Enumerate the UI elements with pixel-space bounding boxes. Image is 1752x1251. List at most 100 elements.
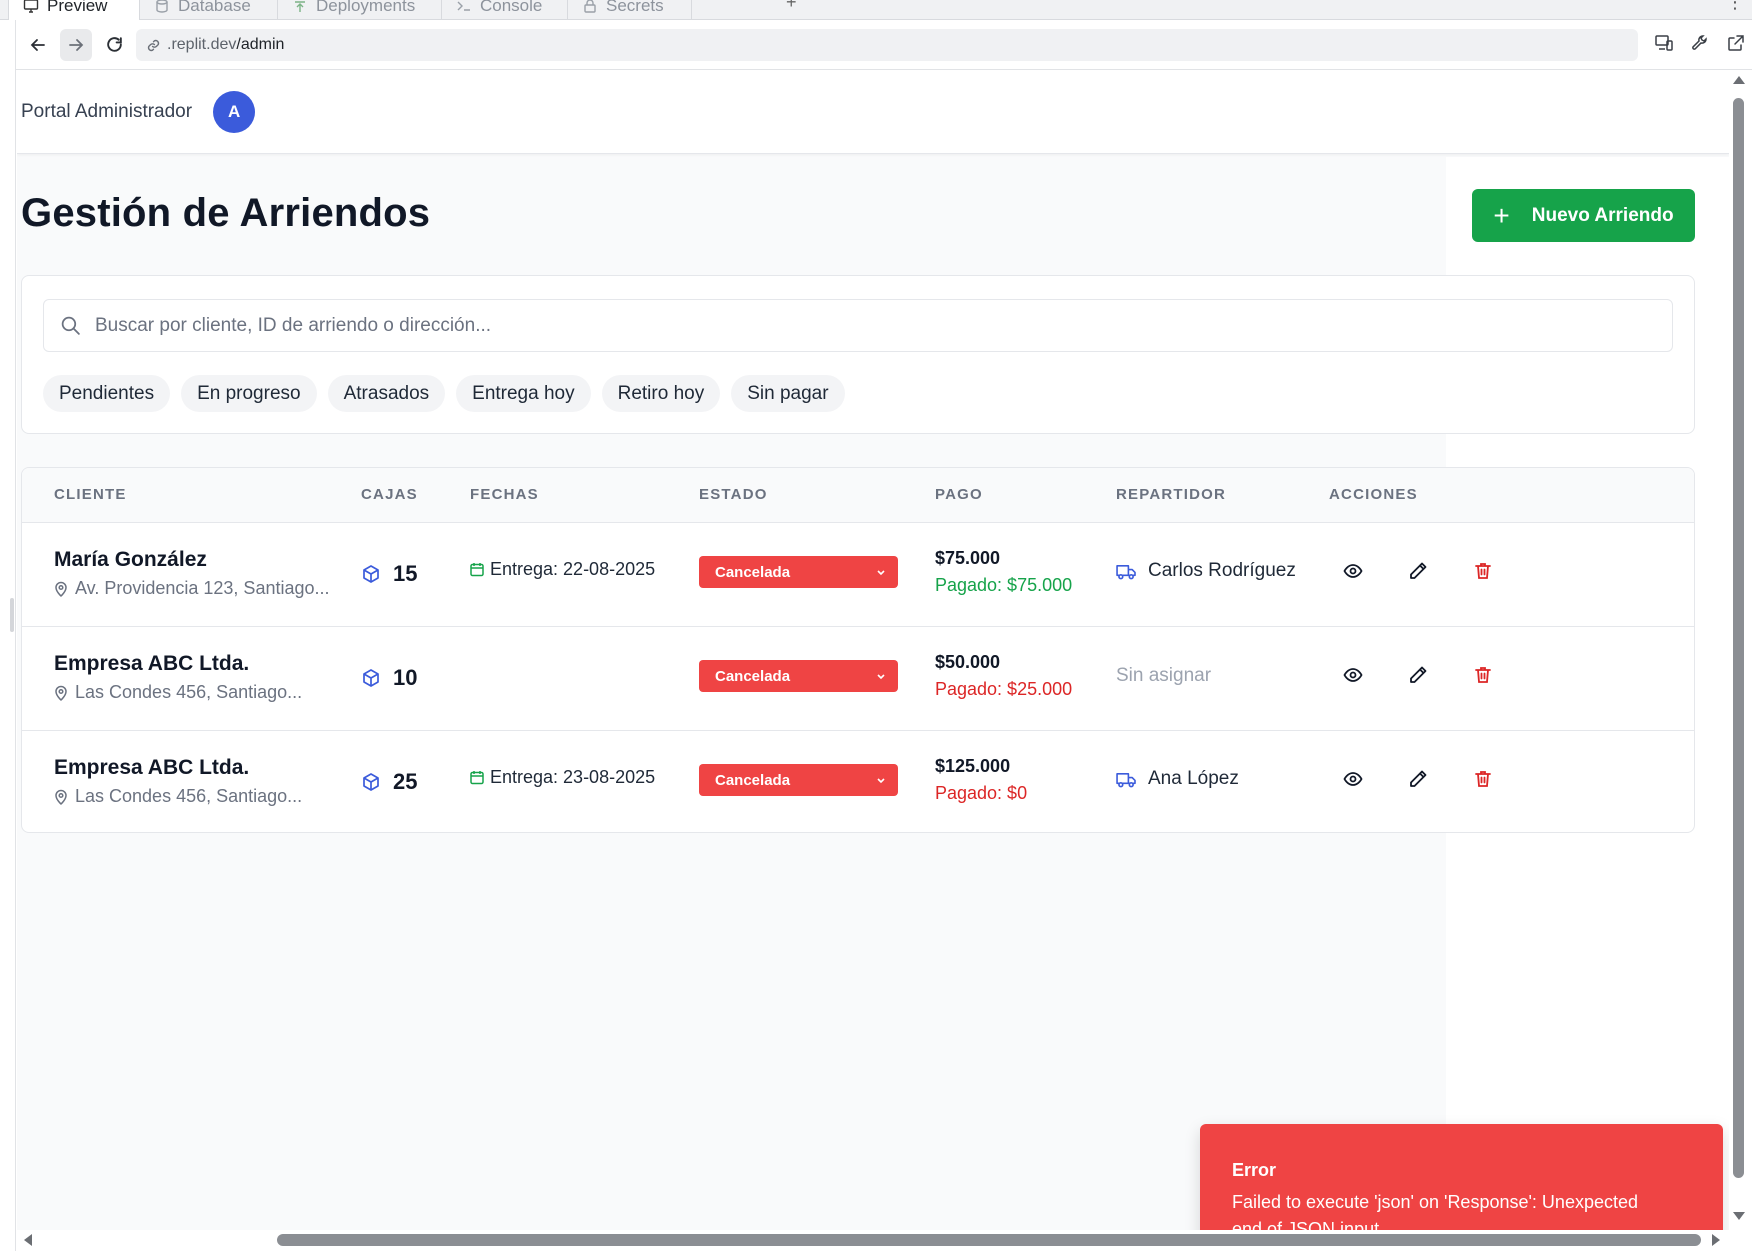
payment-cell: $50.000 Pagado: $25.000 bbox=[935, 652, 1072, 700]
horizontal-scroll-thumb[interactable] bbox=[277, 1234, 1701, 1246]
row-actions bbox=[1343, 665, 1493, 685]
external-link-icon[interactable] bbox=[1726, 33, 1746, 53]
search-icon bbox=[61, 316, 80, 335]
client-cell: Empresa ABC Ltda. Las Condes 456, Santia… bbox=[54, 756, 302, 807]
status-select[interactable]: Cancelada bbox=[699, 660, 898, 692]
reload-icon bbox=[106, 37, 122, 52]
status-select[interactable]: Cancelada bbox=[699, 556, 898, 588]
tab-deployments[interactable]: Deployments bbox=[278, 0, 442, 20]
trash-icon[interactable] bbox=[1473, 769, 1493, 789]
payment-total: $50.000 bbox=[935, 652, 1001, 672]
truck-icon bbox=[1116, 564, 1136, 579]
lock-icon bbox=[584, 0, 596, 13]
tab-secrets[interactable]: Secrets bbox=[568, 0, 692, 20]
payment-paid: Pagado: $0 bbox=[935, 783, 1028, 803]
trash-icon[interactable] bbox=[1473, 561, 1493, 581]
package-icon bbox=[363, 565, 379, 583]
error-toast[interactable]: Error Failed to execute 'json' on 'Respo… bbox=[1200, 1124, 1723, 1230]
scroll-up-arrow[interactable] bbox=[1733, 76, 1745, 84]
tab-label: Preview bbox=[47, 0, 108, 15]
console-icon bbox=[457, 1, 470, 11]
chevron-down-icon bbox=[877, 569, 885, 575]
column-header-payment: PAGO bbox=[935, 486, 983, 503]
url-field[interactable]: .replit.dev/admin bbox=[136, 29, 1638, 61]
map-pin-icon bbox=[55, 685, 67, 701]
client-address: Las Condes 456, Santiago... bbox=[54, 682, 302, 703]
tab-database[interactable]: Database bbox=[140, 0, 278, 20]
address-text: Las Condes 456, Santiago... bbox=[75, 682, 303, 702]
driver-name: Ana López bbox=[1148, 768, 1239, 789]
filter-chips: Pendientes En progreso Atrasados Entrega… bbox=[43, 375, 845, 412]
edit-icon[interactable] bbox=[1408, 769, 1428, 789]
client-cell: Empresa ABC Ltda. Las Condes 456, Santia… bbox=[54, 652, 302, 703]
filter-chip-overdue[interactable]: Atrasados bbox=[327, 375, 446, 412]
new-rental-label: Nuevo Arriendo bbox=[1531, 204, 1674, 226]
filter-chip-pending[interactable]: Pendientes bbox=[43, 375, 171, 412]
map-pin-icon bbox=[55, 581, 67, 597]
filter-chip-unpaid[interactable]: Sin pagar bbox=[731, 375, 845, 412]
status-select[interactable]: Cancelada bbox=[699, 764, 898, 796]
table-row[interactable]: Empresa ABC Ltda. Las Condes 456, Santia… bbox=[22, 731, 1694, 832]
view-icon[interactable] bbox=[1343, 769, 1363, 789]
view-icon[interactable] bbox=[1343, 665, 1363, 685]
more-menu-icon[interactable]: ⋮ bbox=[1726, 0, 1744, 13]
tab-console[interactable]: Console bbox=[442, 0, 568, 20]
row-actions bbox=[1343, 769, 1493, 789]
app-viewport: Portal Administrador A Gestión de Arrien… bbox=[17, 71, 1729, 1230]
calendar-icon bbox=[470, 771, 484, 785]
filter-chip-delivery-today[interactable]: Entrega hoy bbox=[456, 375, 591, 412]
back-button[interactable] bbox=[22, 29, 54, 61]
status-value: Cancelada bbox=[715, 771, 791, 789]
column-header-boxes: CAJAS bbox=[361, 486, 418, 503]
link-icon bbox=[147, 39, 160, 51]
database-icon bbox=[156, 0, 168, 13]
table-row[interactable]: Empresa ABC Ltda. Las Condes 456, Santia… bbox=[22, 627, 1694, 731]
avatar[interactable]: A bbox=[213, 91, 256, 133]
date-cell: Entrega: 22-08-2025 bbox=[470, 559, 655, 580]
address-text: Av. Providencia 123, Santiago... bbox=[75, 578, 330, 598]
boxes-cell: 15 bbox=[361, 561, 417, 587]
driver-cell: Sin asignar bbox=[1116, 665, 1211, 687]
view-icon[interactable] bbox=[1343, 561, 1363, 581]
payment-paid: Pagado: $75.000 bbox=[935, 575, 1073, 595]
resize-handle[interactable] bbox=[10, 598, 14, 632]
column-header-status: ESTADO bbox=[699, 486, 768, 503]
driver-cell: Ana López bbox=[1116, 768, 1239, 790]
column-header-client: CLIENTE bbox=[54, 486, 127, 503]
edit-icon[interactable] bbox=[1408, 561, 1428, 581]
rentals-table: CLIENTE CAJAS FECHAS ESTADO PAGO REPARTI… bbox=[21, 467, 1695, 833]
date-cell: Entrega: 23-08-2025 bbox=[470, 767, 655, 788]
url-domain: .replit.dev bbox=[167, 36, 237, 53]
forward-button[interactable] bbox=[60, 28, 92, 61]
search-placeholder: Buscar por cliente, ID de arriendo o dir… bbox=[95, 314, 492, 336]
filter-chip-in-progress[interactable]: En progreso bbox=[181, 375, 317, 412]
left-frame bbox=[0, 20, 16, 1251]
payment-paid: Pagado: $25.000 bbox=[935, 679, 1073, 699]
tab-preview[interactable]: Preview bbox=[8, 0, 140, 20]
reload-button[interactable] bbox=[98, 29, 130, 61]
browser-tools bbox=[1654, 33, 1746, 53]
driver-cell: Carlos Rodríguez bbox=[1116, 560, 1296, 582]
client-address: Av. Providencia 123, Santiago... bbox=[54, 578, 330, 599]
calendar-icon bbox=[470, 563, 484, 577]
client-name: Empresa ABC Ltda. bbox=[54, 756, 250, 779]
search-input[interactable]: Buscar por cliente, ID de arriendo o dir… bbox=[43, 299, 1673, 352]
tab-label: Database bbox=[178, 0, 251, 15]
devices-icon[interactable] bbox=[1654, 33, 1674, 53]
add-tab-button[interactable]: + bbox=[786, 0, 797, 13]
edit-icon[interactable] bbox=[1408, 665, 1428, 685]
scroll-down-arrow[interactable] bbox=[1733, 1212, 1745, 1220]
column-header-driver: REPARTIDOR bbox=[1116, 486, 1227, 503]
new-rental-button[interactable]: + Nuevo Arriendo bbox=[1472, 189, 1695, 242]
scroll-right-arrow[interactable] bbox=[1712, 1234, 1720, 1246]
column-header-dates: FECHAS bbox=[470, 486, 539, 503]
wrench-icon[interactable] bbox=[1690, 33, 1710, 53]
vertical-scroll-thumb[interactable] bbox=[1733, 98, 1744, 1178]
trash-icon[interactable] bbox=[1473, 665, 1493, 685]
scroll-left-arrow[interactable] bbox=[24, 1234, 32, 1246]
plus-icon: + bbox=[1493, 199, 1510, 231]
driver-name: Carlos Rodríguez bbox=[1148, 560, 1296, 581]
table-row[interactable]: María González Av. Providencia 123, Sant… bbox=[22, 523, 1694, 627]
arrow-right-icon bbox=[69, 38, 84, 51]
filter-chip-pickup-today[interactable]: Retiro hoy bbox=[601, 375, 721, 412]
